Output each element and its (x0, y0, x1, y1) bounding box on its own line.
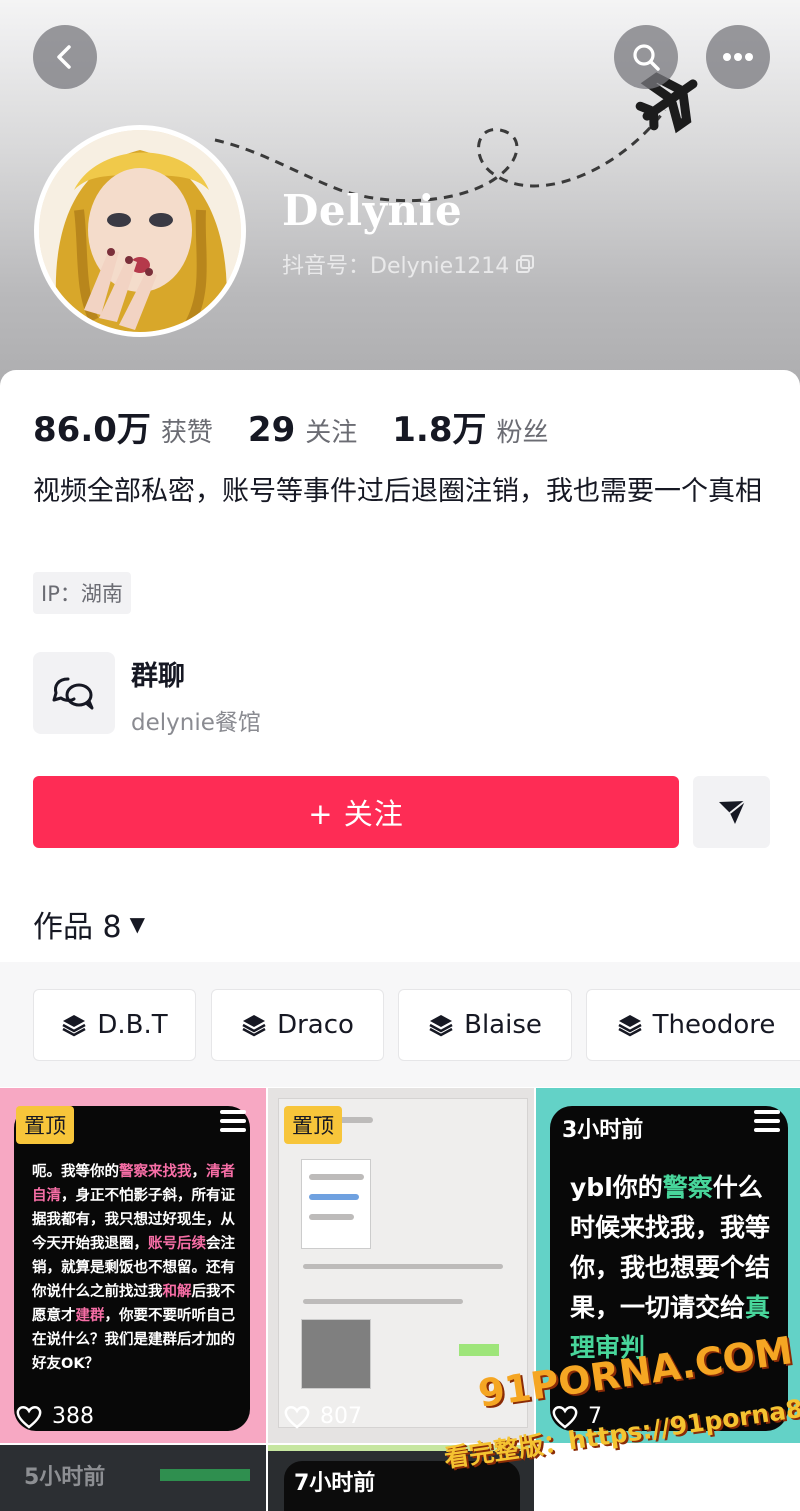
like-count: 807 (284, 1404, 362, 1429)
video-frame (160, 1469, 250, 1481)
follow-button[interactable]: + 关注 (33, 776, 679, 848)
stat-likes[interactable]: 86.0万 获赞 (33, 402, 213, 451)
search-icon (633, 44, 660, 71)
stat-followers[interactable]: 1.8万 粉丝 (392, 402, 548, 451)
playlist-label: Theodore (652, 1010, 776, 1040)
stat-likes-label: 获赞 (160, 418, 213, 448)
playlist-label: Draco (277, 1010, 354, 1040)
like-count: 388 (16, 1404, 94, 1429)
layers-icon (62, 1015, 86, 1037)
profile-card: 86.0万 获赞 29 关注 1.8万 粉丝 视频全部私密，账号等事件过后退圈注… (0, 370, 800, 1511)
menu-lines-icon (754, 1110, 780, 1137)
layers-icon (429, 1015, 453, 1037)
stat-following-value: 29 (247, 410, 296, 450)
playlist-label: D.B.T (97, 1010, 168, 1040)
profile-name: Delynie (282, 186, 463, 235)
chat-screenshot (278, 1098, 528, 1428)
heart-icon (16, 1405, 42, 1429)
like-count: 7 (552, 1404, 602, 1429)
copy-icon[interactable] (515, 254, 535, 274)
pinned-badge: 置顶 (284, 1106, 342, 1144)
post-time: 5小时前 (24, 1465, 106, 1490)
playlist-chip[interactable]: Blaise (398, 989, 572, 1061)
layers-icon (242, 1015, 266, 1037)
playlist-chip[interactable]: Draco (211, 989, 384, 1061)
stat-following-label: 关注 (305, 418, 358, 448)
post-text: ybl你的警察什么时候来找我，我等你，我也想要个结果，一切请交给真理审判 (570, 1173, 771, 1362)
chevron-left-icon (57, 45, 71, 69)
tab-works[interactable]: 作品 8 ▼ (33, 902, 145, 946)
more-button[interactable] (706, 25, 770, 89)
heart-icon (284, 1405, 310, 1429)
send-icon (718, 800, 746, 824)
video-tile[interactable]: 7小时前 (268, 1445, 534, 1511)
video-tile[interactable]: 置顶 呃。我等你的警察来找我，清者自清，身正不怕影子斜，所有证据我都有，我只想过… (0, 1088, 266, 1443)
stat-followers-value: 1.8万 (392, 410, 487, 450)
like-count-value: 807 (320, 1404, 362, 1429)
playlist-chip[interactable]: Theodore (586, 989, 800, 1061)
bio-text: 视频全部私密，账号等事件过后退圈注销，我也需要一个真相 (33, 476, 762, 507)
back-button[interactable] (33, 25, 97, 89)
avatar-illustration (39, 130, 241, 332)
douyin-id-text: 抖音号：Delynie1214 (282, 254, 510, 279)
avatar[interactable] (34, 125, 246, 337)
caret-down-icon: ▼ (129, 912, 146, 936)
playlist-chip[interactable]: D.B.T (33, 989, 196, 1061)
group-chat-subtitle: delynie餐馆 (131, 710, 261, 736)
video-tile[interactable]: 3小时前 ybl你的警察什么时候来找我，我等你，我也想要个结果，一切请交给真理审… (536, 1088, 800, 1443)
post-text: 呃。我等你的警察来找我，清者自清，身正不怕影子斜，所有证据我都有，我只想过好现生… (32, 1164, 235, 1372)
stat-likes-value: 86.0万 (33, 410, 151, 450)
heart-icon (552, 1405, 578, 1429)
stats-row: 86.0万 获赞 29 关注 1.8万 粉丝 (33, 402, 584, 451)
group-chat-title[interactable]: 群聊 (131, 654, 185, 693)
stat-followers-label: 粉丝 (496, 418, 549, 448)
like-count-value: 7 (588, 1404, 602, 1429)
share-button[interactable] (693, 776, 770, 848)
ip-location-tag: IP：湖南 (33, 572, 131, 614)
like-count-value: 388 (52, 1404, 94, 1429)
playlist-label: Blaise (464, 1010, 542, 1040)
menu-lines-icon (220, 1110, 246, 1137)
douyin-id[interactable]: 抖音号：Delynie1214 (282, 248, 535, 280)
group-chat-icon-box[interactable] (33, 652, 115, 734)
more-dots-icon (723, 53, 753, 61)
profile-header: Delynie 抖音号：Delynie1214 (0, 0, 800, 420)
stat-following[interactable]: 29 关注 (248, 410, 357, 450)
chat-bubbles-icon (52, 677, 94, 710)
search-button[interactable] (614, 25, 678, 89)
post-time: 7小时前 (294, 1471, 376, 1496)
video-tile[interactable]: 5小时前 (0, 1445, 266, 1511)
video-tile[interactable] (536, 1445, 800, 1511)
tab-works-label: 作品 8 (33, 910, 122, 945)
video-tile[interactable]: 置顶 807 (268, 1088, 534, 1443)
video-grid: 置顶 呃。我等你的警察来找我，清者自清，身正不怕影子斜，所有证据我都有，我只想过… (0, 1088, 800, 1511)
playlist-row: D.B.T Draco Blaise Theodore (0, 962, 800, 1087)
layers-icon (617, 1015, 642, 1037)
pinned-badge: 置顶 (16, 1106, 74, 1144)
post-time: 3小时前 (562, 1118, 644, 1143)
